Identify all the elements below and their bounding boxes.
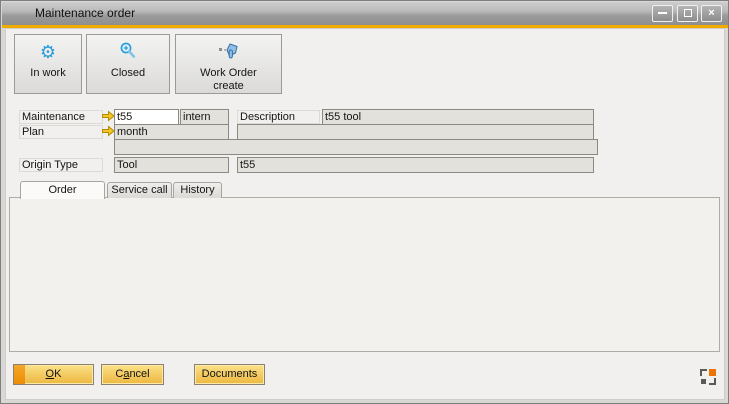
tab-order[interactable]: Order <box>20 181 105 199</box>
closed-button[interactable]: Closed <box>86 34 170 94</box>
origin-type-field: Tool <box>114 157 229 173</box>
cancel-button[interactable]: Cancel <box>101 364 164 385</box>
minimize-button[interactable] <box>652 5 673 22</box>
in-work-button[interactable]: ⚙ In work <box>14 34 82 94</box>
expand-corner <box>700 369 707 376</box>
work-order-create-label: Work Order create <box>184 67 274 93</box>
origin-name-field: t55 <box>237 157 594 173</box>
default-button-stripe <box>14 365 25 384</box>
origin-type-label: Origin Type <box>19 158 103 172</box>
closed-label: Closed <box>87 67 169 80</box>
plan-label: Plan <box>19 125 103 139</box>
ok-button[interactable]: OK <box>13 364 94 385</box>
expand-corner-orange <box>709 369 716 376</box>
hand-pointer-icon <box>176 41 281 65</box>
tab-service-call[interactable]: Service call <box>107 182 172 198</box>
maintenance-type-field: intern <box>180 109 229 125</box>
window-title: Maintenance order <box>35 6 135 20</box>
minimize-icon <box>658 12 667 14</box>
expand-corner <box>701 379 706 384</box>
documents-label: Documents <box>202 368 258 380</box>
work-order-create-button[interactable]: Work Order create <box>175 34 282 94</box>
description-field: t55 tool <box>322 109 594 125</box>
gear-play-icon: ⚙ <box>15 41 81 65</box>
plan-field: month <box>114 124 229 140</box>
in-work-label: In work <box>15 67 81 80</box>
extra-row-field <box>114 139 598 155</box>
cancel-label: Cancel <box>115 368 149 380</box>
link-arrow-icon[interactable] <box>101 110 115 122</box>
plan-right-field <box>237 124 594 140</box>
maintenance-label: Maintenance <box>19 110 103 124</box>
maintenance-order-window: Maintenance order × ⚙ In work Closed <box>0 0 729 404</box>
documents-button[interactable]: Documents <box>194 364 265 385</box>
link-arrow-icon[interactable] <box>101 125 115 137</box>
close-icon: × <box>708 7 714 19</box>
close-button[interactable]: × <box>701 5 722 22</box>
title-bar[interactable]: Maintenance order <box>2 2 728 25</box>
description-label: Description <box>237 110 320 124</box>
maximize-button[interactable] <box>677 5 698 22</box>
order-tab-panel <box>9 197 720 352</box>
maintenance-code-input[interactable] <box>114 109 179 125</box>
maximize-icon <box>684 9 692 17</box>
expand-corner <box>709 378 716 385</box>
magnifier-plus-icon <box>87 41 169 65</box>
ok-label: OK <box>46 368 62 380</box>
expand-form-icon[interactable] <box>700 369 716 385</box>
tab-history[interactable]: History <box>173 182 222 198</box>
